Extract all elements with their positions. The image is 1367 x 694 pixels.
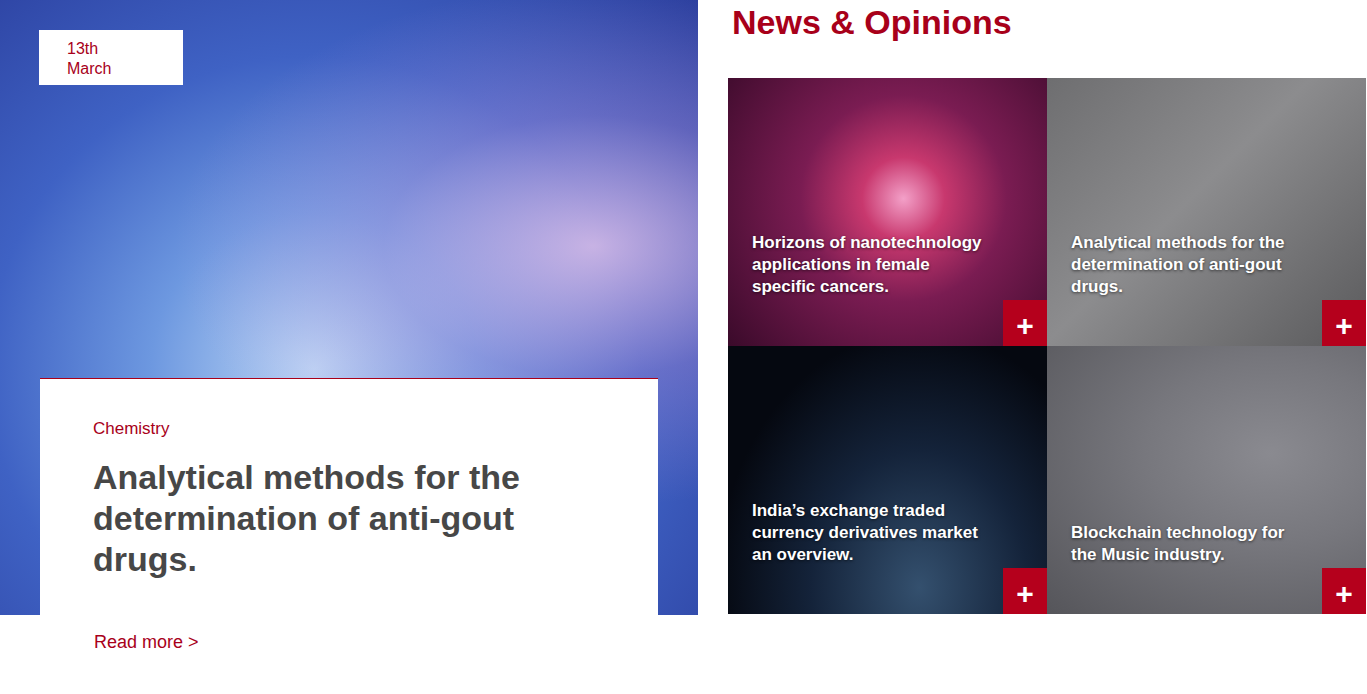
news-title[interactable]: Horizons of nanotechnology applications … [752,232,992,298]
news-title[interactable]: Analytical methods for the determination… [1071,232,1311,298]
news-tile[interactable]: Analytical methods for the determination… [1047,78,1366,346]
plus-icon[interactable]: + [1003,300,1047,346]
category-label[interactable]: Chemistry [93,419,618,439]
featured-article: 13th March Chemistry Analytical methods … [0,0,698,694]
news-title[interactable]: Blockchain technology for the Music indu… [1071,522,1311,566]
page: 13th March Chemistry Analytical methods … [0,0,1367,694]
news-section: News & Opinions Horizons of nanotechnolo… [698,0,1367,694]
read-more-link[interactable]: Read more > [94,631,698,653]
plus-icon[interactable]: + [1322,300,1366,346]
date-badge: 13th March [39,30,183,85]
featured-card: Chemistry Analytical methods for the det… [40,378,658,615]
news-tile[interactable]: Horizons of nanotechnology applications … [728,78,1047,346]
news-title[interactable]: India’s exchange traded currency derivat… [752,500,992,566]
hero-photo: 13th March Chemistry Analytical methods … [0,0,698,615]
featured-title[interactable]: Analytical methods for the determination… [93,457,563,580]
plus-icon[interactable]: + [1003,568,1047,614]
news-tile[interactable]: Blockchain technology for the Music indu… [1047,346,1366,614]
date-text: 13th March [67,39,127,79]
news-tile[interactable]: India’s exchange traded currency derivat… [728,346,1047,614]
news-grid: Horizons of nanotechnology applications … [728,78,1367,614]
news-heading: News & Opinions [732,2,1367,78]
plus-icon[interactable]: + [1322,568,1366,614]
